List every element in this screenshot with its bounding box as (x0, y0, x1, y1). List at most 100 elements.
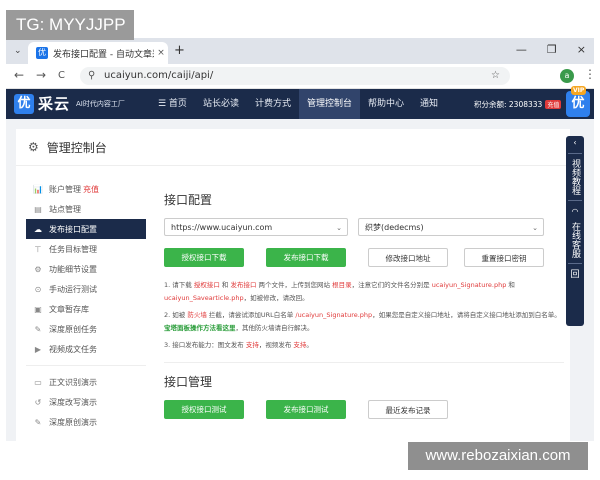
minimize-button[interactable]: — (516, 43, 527, 56)
sidebar-item-manual-test[interactable]: ⊙ 手动运行测试 (26, 279, 146, 299)
address-bar[interactable]: ⚲ ucaiyun.com/caiji/api/ ☆ (80, 67, 510, 85)
chevron-down-icon: ⌄ (532, 224, 538, 232)
nav-must-read[interactable]: 站长必读 (195, 89, 247, 119)
browser-tab[interactable]: 优 发布接口配置 - 自动文章采集蜀 × (28, 42, 168, 64)
reload-button[interactable]: C (58, 70, 65, 81)
rail-divider (568, 200, 582, 201)
sidebar-item-rewrite-demo[interactable]: ↺ 深度改写演示 (26, 392, 146, 412)
download-publish-api-button[interactable]: 发布接口下载 (266, 248, 346, 267)
reset-api-key-button[interactable]: 重置接口密钥 (464, 248, 544, 267)
sidebar-recharge-link[interactable]: 充值 (83, 184, 99, 195)
browser-menu-icon[interactable]: ⋮ (584, 67, 596, 81)
site-header: 优 采云 AI时代内容工厂 ☰ 首页 站长必读 计费方式 管理控制台 帮助中心 … (6, 86, 594, 119)
site-logo[interactable]: 优 采云 AI时代内容工厂 (14, 93, 125, 114)
back-button[interactable]: ← (14, 68, 24, 82)
note-text: ，其他防火墙请自行解决。 (235, 324, 314, 332)
site-icon: ▤ (34, 204, 42, 214)
api-manage-buttons: 授权接口测试 发布接口测试 最近发布记录 (164, 400, 564, 419)
nav-help[interactable]: 帮助中心 (360, 89, 412, 119)
sidebar-item-article-store[interactable]: ▣ 文章暂存库 (26, 299, 146, 319)
api-config-title: 接口配置 (164, 193, 213, 207)
sidebar-item-label: 正文识别演示 (49, 377, 97, 387)
baota-guide-link[interactable]: 宝塔面板操作方法看这里 (164, 324, 236, 332)
note-text: ，如果您是自定义接口地址，请将自定义接口地址添加到白名单。 (372, 311, 561, 319)
select-row: https://www.ucaiyun.com ⌄ 织梦(dedecms) ⌄ (164, 218, 564, 236)
note-filename: ucaiyun_Savearticle.php (164, 294, 244, 302)
note-3: 3. 接口发布能力：图文发布 支持，视频发布 支持。 (164, 339, 564, 352)
api-manage-title: 接口管理 (164, 375, 213, 389)
headset-icon: ◠ (571, 207, 579, 216)
note-text: 和 (506, 281, 515, 289)
bookmark-star-icon[interactable]: ☆ (491, 67, 500, 85)
pen-icon: ✎ (34, 417, 42, 427)
browser-toolbar: ← → C ⚲ ucaiyun.com/caiji/api/ ☆ a ⋮ (6, 64, 596, 89)
url-text: ucaiyun.com/caiji/api/ (104, 70, 214, 81)
api-notes: 1. 请下载 授权接口 和 发布接口 两个文件，上传到您网站 根目录，注意它们的… (164, 279, 564, 352)
tab-close-icon[interactable]: × (154, 48, 168, 58)
online-support-link[interactable]: 在线客服 (569, 220, 581, 260)
sidebar-item-label: 发布接口配置 (49, 224, 97, 234)
nav-console[interactable]: 管理控制台 (298, 89, 360, 119)
tab-list-icon[interactable]: ⌄ (14, 46, 22, 56)
archive-icon: ▣ (34, 304, 42, 314)
sidebar-item-label: 任务目标管理 (49, 244, 97, 254)
nav-pricing[interactable]: 计费方式 (247, 89, 299, 119)
brand-name: 采云 (38, 95, 71, 113)
sidebar-item-label: 深度原创演示 (49, 417, 97, 427)
sidebar-item-original-task[interactable]: ✎ 深度原创任务 (26, 319, 146, 339)
note-highlight: 支持 (293, 341, 307, 349)
sidebar-item-settings[interactable]: ⚙ 功能细节设置 (26, 259, 146, 279)
sidebar-divider (26, 365, 146, 366)
sidebar-item-original-demo[interactable]: ✎ 深度原创演示 (26, 412, 146, 432)
cms-select[interactable]: 织梦(dedecms) ⌄ (358, 218, 544, 236)
domain-select[interactable]: https://www.ucaiyun.com ⌄ (164, 218, 348, 236)
credit-text: 积分余额: 2308333 (474, 100, 543, 109)
page-title: 管理控制台 (46, 140, 107, 155)
forward-button[interactable]: → (36, 68, 46, 82)
collapse-arrow-icon[interactable]: ‹ (566, 136, 584, 150)
sidebar-item-tasks[interactable]: ⊤ 任务目标管理 (26, 239, 146, 259)
main-section: 接口配置 https://www.ucaiyun.com ⌄ 织梦(dedecm… (164, 179, 564, 419)
sidebar-item-text-demo[interactable]: ▭ 正文识别演示 (26, 372, 146, 392)
sidebar-item-video-task[interactable]: ▶ 视频成文任务 (26, 339, 146, 359)
domain-select-value: https://www.ucaiyun.com (171, 223, 273, 232)
edit-api-url-button[interactable]: 修改接口地址 (368, 248, 448, 267)
edit-icon: ✎ (34, 324, 42, 334)
note-filename: /ucaiyun_Signature.php (295, 311, 373, 319)
sidebar-item-label: 功能细节设置 (49, 264, 97, 274)
test-auth-api-button[interactable]: 授权接口测试 (164, 400, 244, 419)
extension-avatar[interactable]: a (560, 69, 574, 83)
cms-select-value: 织梦(dedecms) (365, 223, 424, 232)
sidebar-item-label: 账户管理 (49, 184, 81, 194)
note-highlight: 根目录 (332, 281, 352, 289)
window-controls: — ❐ × (516, 43, 586, 56)
maximize-button[interactable]: ❐ (547, 43, 557, 56)
sidebar-item-account[interactable]: 📊 账户管理 充值 (26, 179, 146, 199)
recent-publish-records-button[interactable]: 最近发布记录 (368, 400, 448, 419)
nav-home[interactable]: ☰ 首页 (150, 89, 195, 119)
note-highlight: 防火墙 (187, 311, 207, 319)
vip-avatar[interactable]: VIP 优 (566, 86, 590, 117)
site-info-icon[interactable]: ⚲ (88, 67, 95, 85)
note-2: 2. 如被 防火墙 拦截，请尝试添加URL白名单 /ucaiyun_Signat… (164, 309, 564, 335)
sidebar-item-label: 手动运行测试 (49, 284, 97, 294)
recharge-button[interactable]: 充值 (545, 100, 562, 109)
download-auth-api-button[interactable]: 授权接口下载 (164, 248, 244, 267)
run-icon: ⊙ (34, 284, 42, 294)
note-filename: ucaiyun_Signature.php (431, 281, 507, 289)
test-publish-api-button[interactable]: 发布接口测试 (266, 400, 346, 419)
settings-icon: ⚙ (34, 264, 42, 274)
video-tutorial-link[interactable]: 视频教程 (569, 157, 581, 197)
note-highlight: 发布接口 (230, 281, 257, 289)
note-text: 2. 如被 (164, 311, 188, 319)
rail-divider (568, 153, 582, 154)
favicon-icon: 优 (36, 47, 48, 59)
close-window-button[interactable]: × (577, 43, 586, 56)
sidebar-item-publish-api[interactable]: ☁ 发布接口配置 (26, 219, 146, 239)
sidebar-item-sites[interactable]: ▤ 站点管理 (26, 199, 146, 219)
note-text: ，视频发布 (258, 341, 294, 349)
new-tab-button[interactable]: + (174, 43, 185, 58)
console-panel: ⚙ 管理控制台 📊 账户管理 充值 ▤ 站点管理 ☁ 发布接口配置 ⊤ 任务目标管理 ⚙ 功… (16, 129, 570, 441)
nav-notice[interactable]: 通知 (412, 89, 446, 119)
rail-bottom-button[interactable]: 回 (566, 267, 584, 283)
